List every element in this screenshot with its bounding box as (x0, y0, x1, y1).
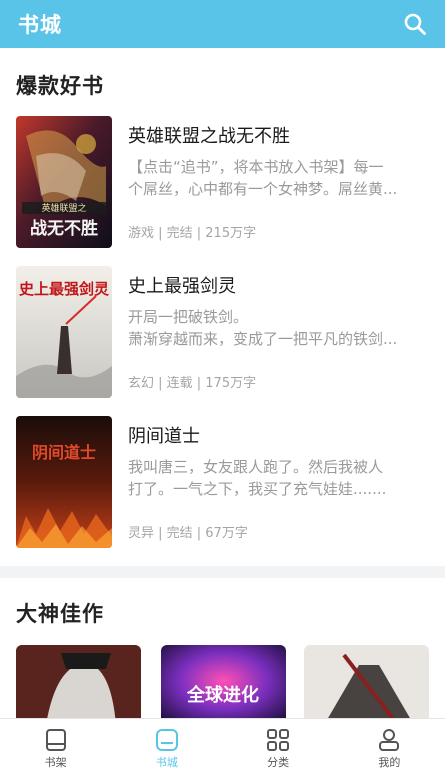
book-cover: 史上最强剑灵 (16, 266, 112, 398)
book-description-line: 打了。一气之下，我买了充气娃娃....... (128, 480, 387, 498)
tab-label: 我的 (378, 756, 401, 769)
book-description-line: 我叫唐三，女友跟人跑了。然后我被人 (128, 458, 384, 476)
book-meta: 玄幻 | 连载 | 175万字 (128, 376, 257, 391)
tab-profile[interactable]: 我的 (334, 719, 445, 770)
tab-label: 书架 (44, 756, 67, 769)
book-title: 英雄联盟之战无不胜 (128, 126, 290, 147)
featured-book-cover[interactable] (304, 645, 429, 725)
book-description: 我叫唐三，女友跟人跑了。然后我被人 打了。一气之下，我买了充气娃娃....... (128, 456, 428, 500)
featured-cover-text: 全球进化 (186, 684, 259, 706)
cover-subtitle-text: 英雄联盟之 (41, 202, 86, 214)
book-meta: 灵异 | 完结 | 67万字 (128, 526, 248, 541)
book-description-line: 【点击“追书”，将本书放入书架】每一 (128, 158, 384, 176)
book-title: 史上最强剑灵 (128, 276, 236, 297)
tab-bookshelf[interactable]: 书架 (0, 719, 111, 770)
book-description-line: 开局一把破铁剑。 (128, 308, 249, 326)
section-divider (0, 566, 445, 578)
book-meta: 游戏 | 完结 | 215万字 (128, 226, 257, 241)
tab-label: 书城 (155, 756, 178, 769)
cover-title-text: 阴间道士 (32, 443, 96, 462)
book-description-line: 个屌丝，心中都有一个女神梦。屌丝黄... (128, 180, 398, 198)
page-title: 书城 (18, 13, 62, 37)
book-description-line: 萧渐穿越而来，变成了一把平凡的铁剑... (128, 330, 398, 348)
book-description: 开局一把破铁剑。 萧渐穿越而来，变成了一把平凡的铁剑... (128, 306, 428, 350)
section-title-master-works: 大神佳作 (16, 602, 104, 626)
book-cover: 阴间道士 (16, 416, 112, 548)
cover-title-text: 战无不胜 (30, 219, 98, 239)
book-item[interactable]: 英雄联盟之 战无不胜 英雄联盟之战无不胜 【点击“追书”，将本书放入书架】每一 … (0, 116, 445, 250)
featured-book-cover[interactable] (16, 645, 141, 725)
cover-title-text: 史上最强剑灵 (19, 280, 110, 298)
tab-category[interactable]: 分类 (223, 719, 334, 770)
book-item[interactable]: 阴间道士 阴间道士 我叫唐三，女友跟人跑了。然后我被人 打了。一气之下，我买了充… (0, 416, 445, 550)
bookstore-icon (155, 729, 178, 751)
bottom-navigation: 书架 书城 分类 我的 (0, 718, 445, 770)
app-header: 书城 (0, 0, 445, 48)
bookshelf-icon (45, 729, 66, 751)
section-title-hot-books: 爆款好书 (16, 74, 104, 98)
featured-book-cover[interactable]: 全球进化 (161, 645, 286, 725)
book-description: 【点击“追书”，将本书放入书架】每一 个屌丝，心中都有一个女神梦。屌丝黄... (128, 156, 428, 200)
profile-icon (379, 729, 400, 751)
book-cover: 英雄联盟之 战无不胜 (16, 116, 112, 248)
tab-bookstore[interactable]: 书城 (111, 719, 222, 770)
search-icon[interactable] (403, 12, 427, 36)
tab-label: 分类 (267, 756, 290, 769)
category-grid-icon (267, 729, 290, 751)
book-item[interactable]: 史上最强剑灵 史上最强剑灵 开局一把破铁剑。 萧渐穿越而来，变成了一把平凡的铁剑… (0, 266, 445, 400)
book-title: 阴间道士 (128, 426, 200, 447)
